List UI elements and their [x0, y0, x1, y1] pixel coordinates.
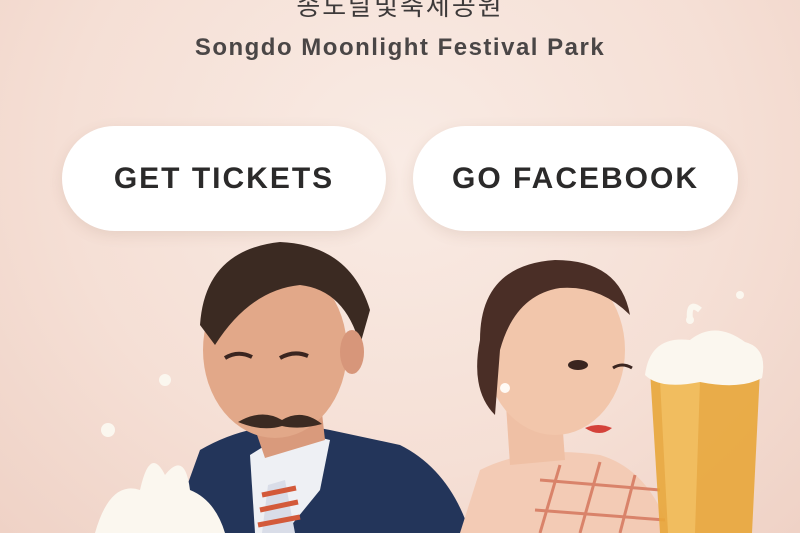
- go-facebook-button[interactable]: GO FACEBOOK: [413, 126, 738, 231]
- get-tickets-button[interactable]: GET TICKETS: [62, 126, 386, 231]
- beer-glass: [645, 303, 764, 533]
- man-figure: [170, 242, 470, 533]
- venue-name-korean: 송도달빛축제공원: [296, 0, 504, 22]
- woman-figure: [460, 260, 670, 533]
- venue-name-english: Songdo Moonlight Festival Park: [194, 34, 606, 61]
- festival-illustration: [95, 242, 764, 533]
